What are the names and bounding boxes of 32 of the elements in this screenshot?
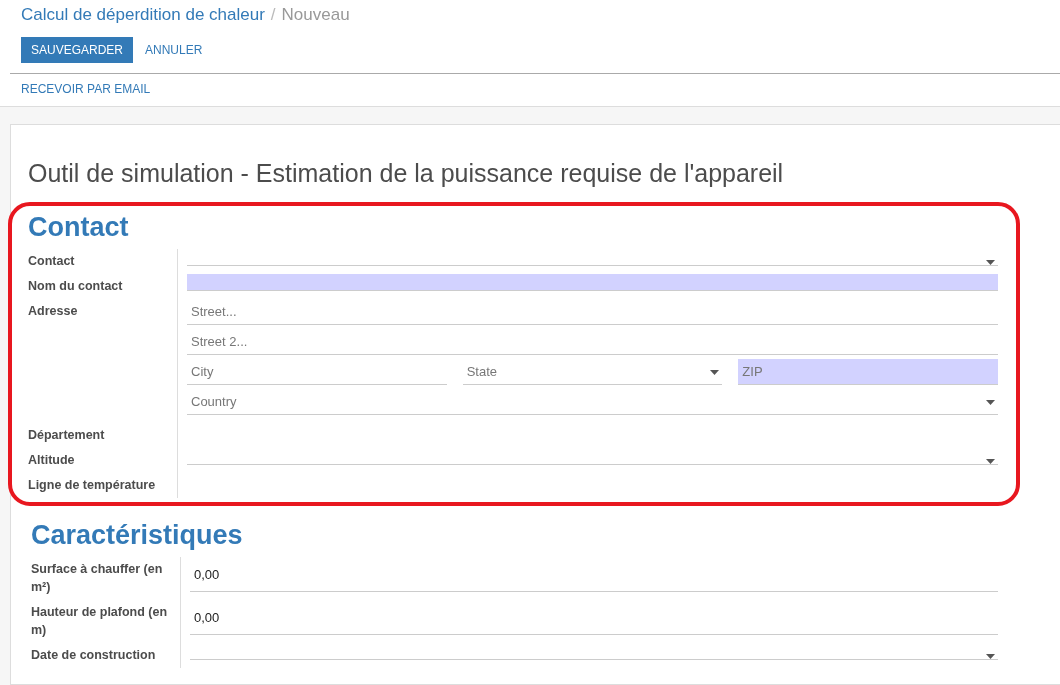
form-title: Outil de simulation - Estimation de la puissance requise de l'appareil (28, 159, 785, 188)
field-label: Ligne de température (28, 473, 178, 498)
input-field[interactable]: City (187, 359, 447, 385)
input-field[interactable]: 0,00 (190, 557, 998, 592)
breadcrumb-separator: / (270, 5, 276, 25)
action-link[interactable]: RECEVOIR PAR EMAIL (21, 82, 151, 106)
section-heading: Caractéristiques (31, 520, 244, 551)
caret-icon (986, 654, 995, 659)
select-field[interactable]: Country (187, 389, 998, 415)
input-field[interactable]: Street... (187, 299, 998, 325)
field-label: Hauteur de plafond (en m) (31, 600, 181, 643)
save-button[interactable]: SAUVEGARDER (21, 37, 134, 63)
field-label: Surface à chauffer (en m²) (31, 557, 181, 600)
caret-icon (986, 459, 995, 464)
input-field[interactable]: ZIP (738, 359, 998, 385)
input-field[interactable] (187, 274, 998, 291)
field-label: Nom du contact (28, 274, 178, 299)
input-field[interactable]: Street 2... (187, 329, 998, 355)
field-label: Département (28, 423, 178, 448)
breadcrumb-link[interactable]: Calcul de déperdition de chaleur (21, 5, 265, 25)
field-label: Date de construction (31, 643, 181, 668)
cancel-button[interactable]: ANNULER (135, 37, 213, 63)
field-label: Adresse (28, 299, 178, 423)
field-label: Altitude (28, 448, 178, 473)
caret-icon (986, 260, 995, 265)
caret-icon (710, 370, 720, 375)
breadcrumb-current: Nouveau (281, 5, 350, 25)
section-heading: Contact (28, 212, 130, 243)
select-field[interactable]: State (462, 359, 723, 385)
input-field[interactable]: 0,00 (190, 600, 998, 635)
caret-icon (986, 400, 995, 405)
field-label: Contact (28, 249, 178, 274)
